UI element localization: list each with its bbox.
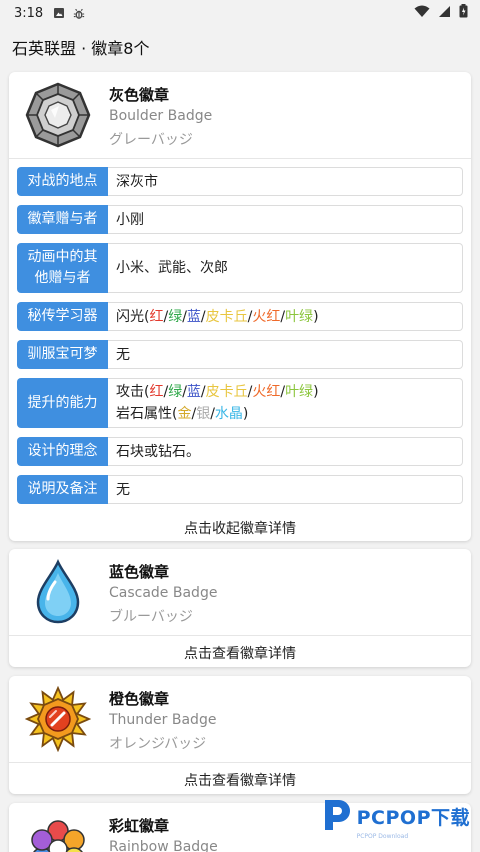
status-time: 3:18 (14, 5, 44, 21)
detail-value: 石块或钻石。 (108, 437, 463, 466)
pcpop-logo-icon (321, 796, 353, 836)
thunder-badge-icon (23, 684, 93, 754)
signal-icon (438, 5, 451, 22)
detail-row-notes: 说明及备注 无 (17, 475, 463, 504)
photo-notification-icon (53, 7, 65, 19)
detail-label: 动画中的其他赠与者 (17, 243, 108, 293)
app-bar: 石英联盟 · 徽章8个 (0, 26, 480, 68)
badge-details: 对战的地点 深灰市 徽章赠与者 小刚 动画中的其他赠与者 小米、武能、次郎 秘传… (9, 159, 471, 504)
view-details-button[interactable]: 点击查看徽章详情 (9, 763, 471, 794)
status-bar: 3:18 (0, 0, 480, 26)
boulder-badge-icon (23, 80, 93, 150)
battery-icon (459, 4, 468, 22)
badge-name-en: Rainbow Badge (109, 839, 218, 852)
detail-row-location: 对战的地点 深灰市 (17, 167, 463, 196)
badge-name-zh: 彩虹徽章 (109, 817, 170, 835)
rainbow-badge-icon (23, 811, 93, 852)
collapse-details-button[interactable]: 点击收起徽章详情 (9, 511, 471, 541)
page-title: 石英联盟 · 徽章8个 (12, 39, 150, 58)
detail-value: 小米、武能、次郎 (108, 243, 463, 293)
badge-header[interactable]: 灰色徽章 Boulder Badge グレーバッジ (9, 72, 471, 158)
detail-row-giver: 徽章赠与者 小刚 (17, 205, 463, 234)
bug-notification-icon (73, 7, 85, 19)
detail-value: 攻击(红/绿/蓝/皮卡丘/火红/叶绿) 岩石属性(金/银/水晶) (108, 378, 463, 428)
detail-value: 无 (108, 475, 463, 504)
badge-name-zh: 灰色徽章 (109, 86, 170, 104)
badge-card-cascade: 蓝色徽章 Cascade Badge ブルーバッジ 点击查看徽章详情 (9, 549, 471, 667)
detail-value: 闪光(红/绿/蓝/皮卡丘/火红/叶绿) (108, 302, 463, 331)
badge-name-jp: オレンジバッジ (109, 736, 207, 752)
detail-value: 无 (108, 340, 463, 369)
cascade-badge-icon (23, 557, 93, 627)
badge-name-en: Boulder Badge (109, 108, 213, 124)
detail-label: 驯服宝可梦 (17, 340, 108, 369)
view-details-button[interactable]: 点击查看徽章详情 (9, 636, 471, 667)
badge-card-boulder: 灰色徽章 Boulder Badge グレーバッジ 对战的地点 深灰市 徽章赠与… (9, 72, 471, 541)
detail-row-obey: 驯服宝可梦 无 (17, 340, 463, 369)
detail-label: 说明及备注 (17, 475, 108, 504)
badge-name-zh: 蓝色徽章 (109, 563, 170, 581)
watermark-text: PCPOP下载 (356, 806, 470, 829)
detail-label: 设计的理念 (17, 437, 108, 466)
detail-value: 深灰市 (108, 167, 463, 196)
badge-header[interactable]: 蓝色徽章 Cascade Badge ブルーバッジ (9, 549, 471, 635)
badge-name-jp: グレーバッジ (109, 132, 193, 148)
detail-value: 小刚 (108, 205, 463, 234)
detail-row-boost: 提升的能力 攻击(红/绿/蓝/皮卡丘/火红/叶绿) 岩石属性(金/银/水晶) (17, 378, 463, 428)
detail-row-design: 设计的理念 石块或钻石。 (17, 437, 463, 466)
badge-name-en: Cascade Badge (109, 585, 218, 601)
detail-label: 徽章赠与者 (17, 205, 108, 234)
badge-name-zh: 橙色徽章 (109, 690, 170, 708)
wifi-icon (414, 5, 430, 22)
watermark-subtext: PCPOP Download (356, 833, 409, 840)
badge-card-thunder: 橙色徽章 Thunder Badge オレンジバッジ 点击查看徽章详情 (9, 676, 471, 794)
detail-label: 对战的地点 (17, 167, 108, 196)
badge-name-jp: ブルーバッジ (109, 609, 193, 625)
pcpop-watermark: PCPOP下载 PCPOP Download (321, 796, 470, 840)
detail-label: 秘传学习器 (17, 302, 108, 331)
detail-row-hm: 秘传学习器 闪光(红/绿/蓝/皮卡丘/火红/叶绿) (17, 302, 463, 331)
detail-label: 提升的能力 (17, 378, 108, 428)
detail-row-anime-givers: 动画中的其他赠与者 小米、武能、次郎 (17, 243, 463, 293)
badge-name-en: Thunder Badge (109, 712, 217, 728)
badge-header[interactable]: 橙色徽章 Thunder Badge オレンジバッジ (9, 676, 471, 762)
